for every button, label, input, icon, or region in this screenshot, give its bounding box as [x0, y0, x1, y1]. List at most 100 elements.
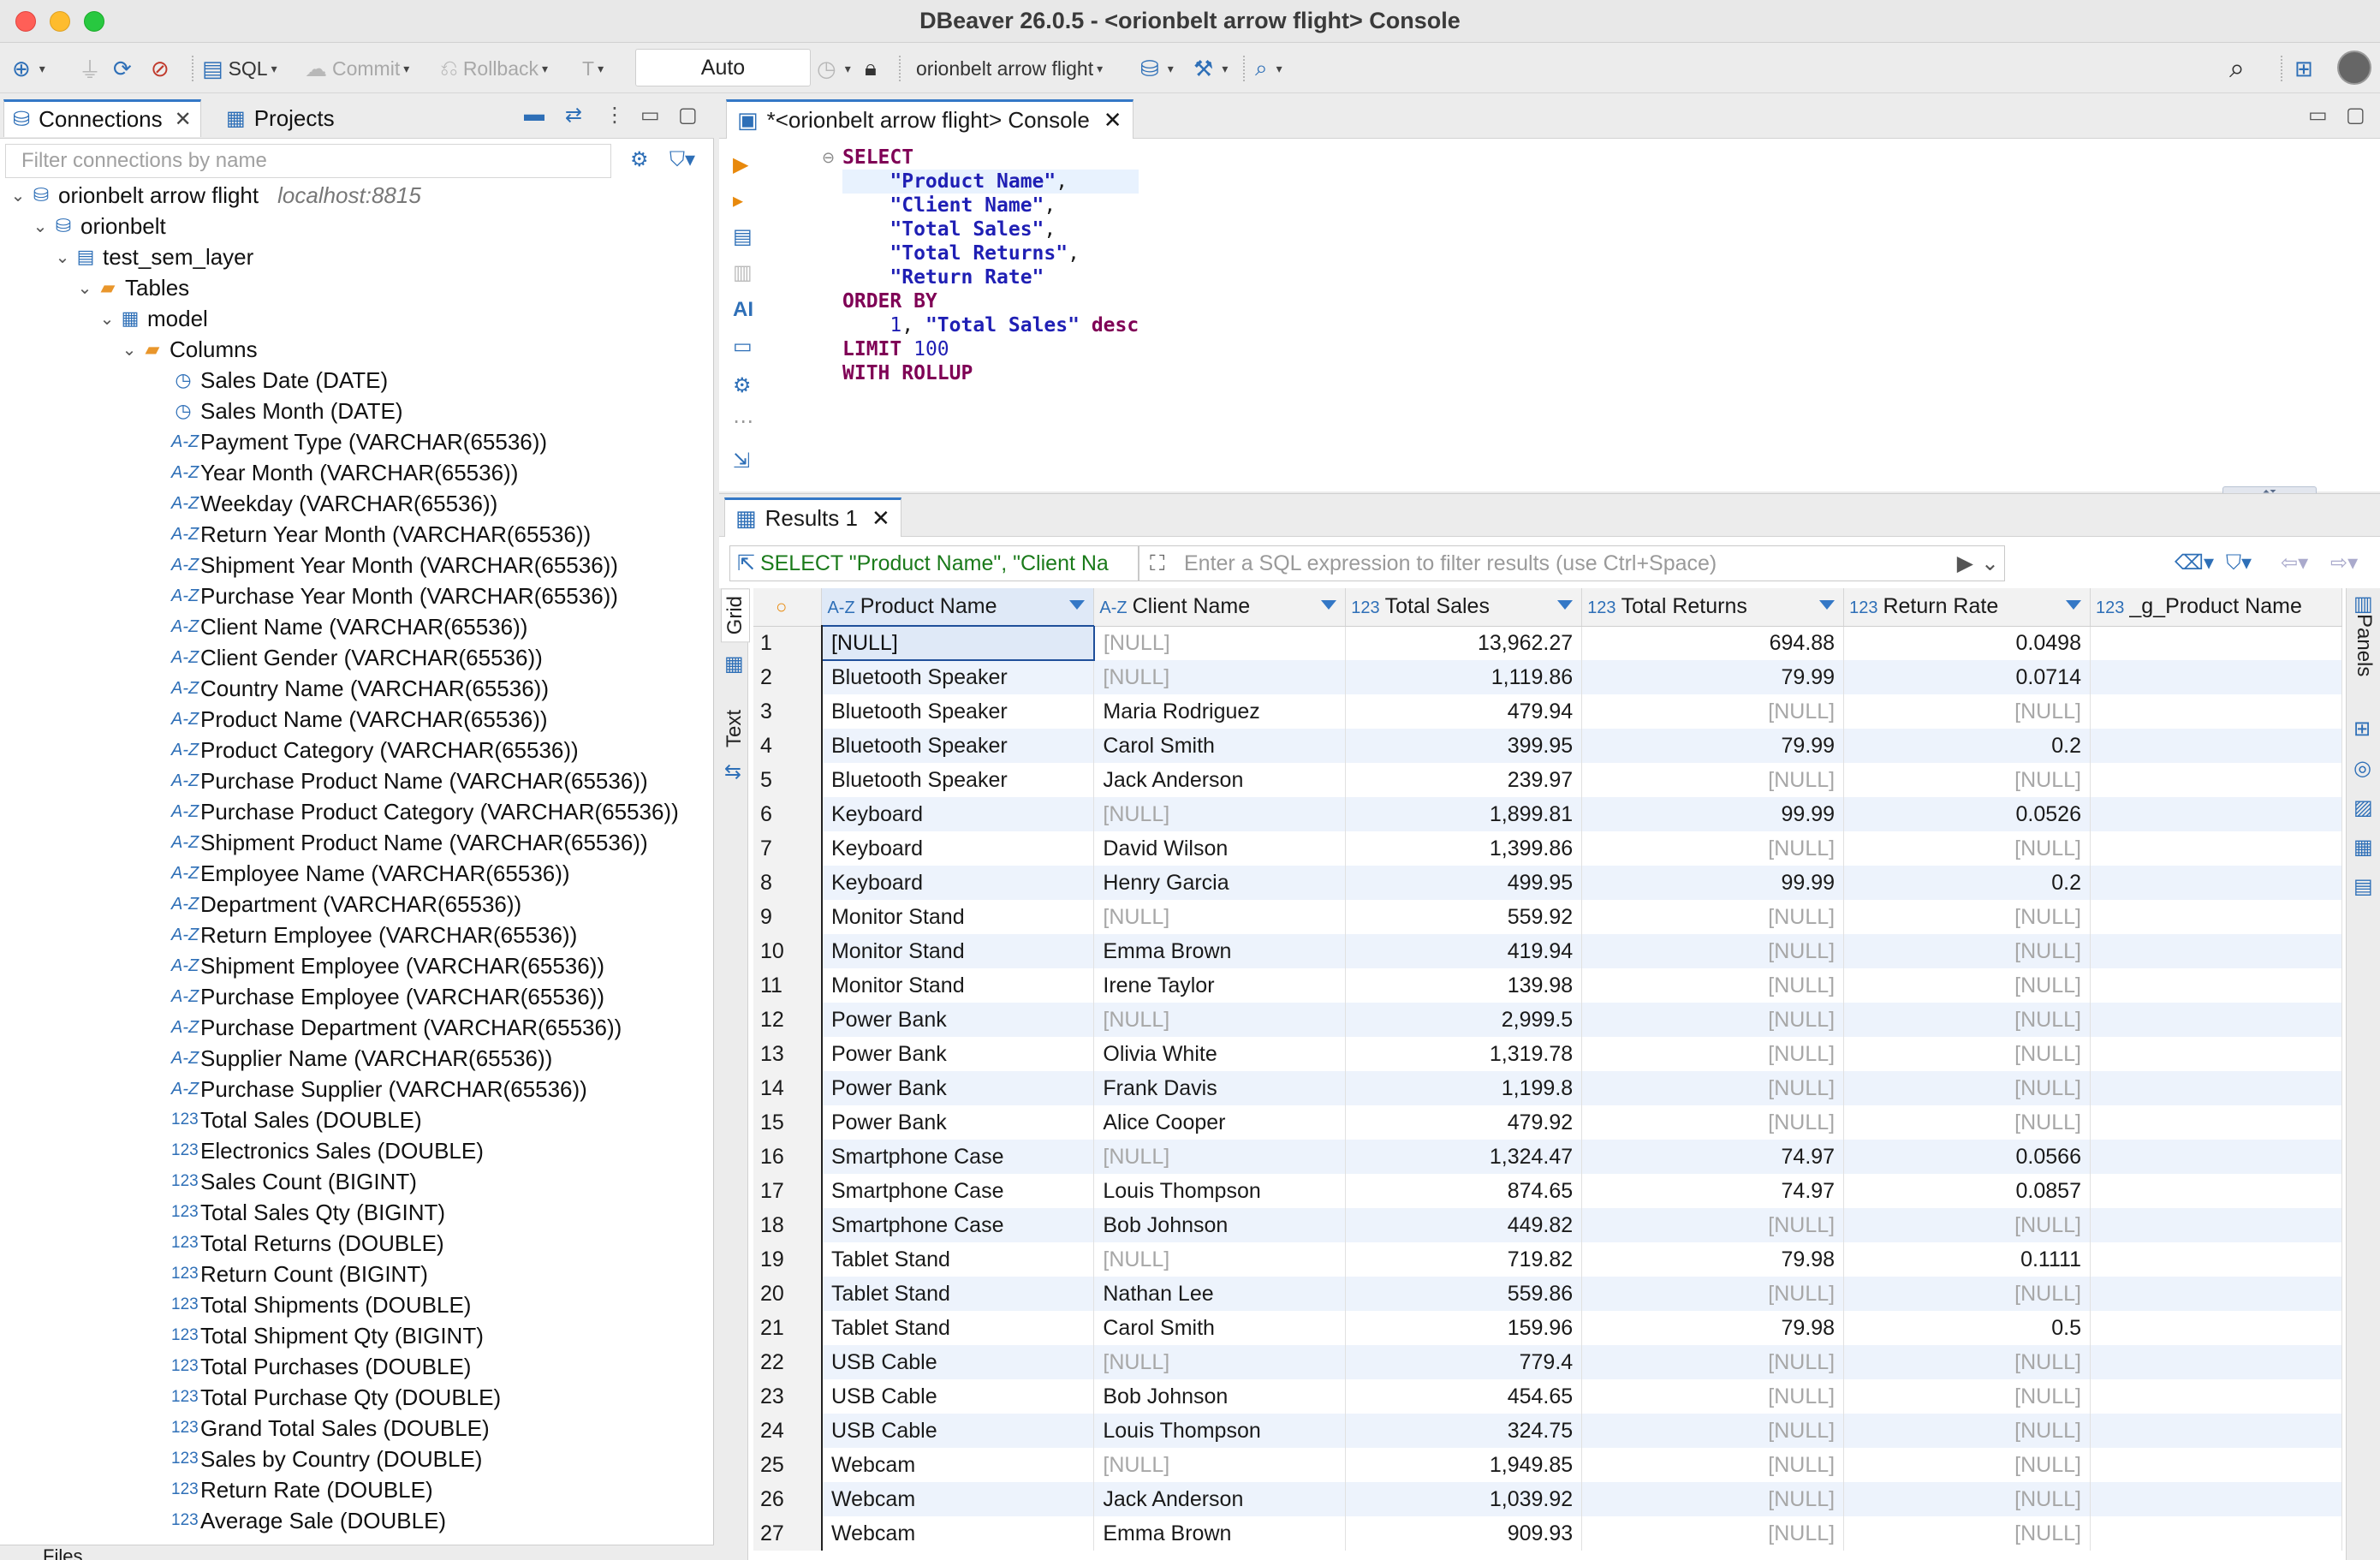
sort-filter-icon[interactable]	[2065, 600, 2081, 610]
table-cell[interactable]: 909.93	[1345, 1516, 1583, 1551]
table-cell[interactable]	[2090, 1414, 2342, 1448]
table-cell[interactable]: Smartphone Case	[821, 1140, 1095, 1174]
disconnect-all-button[interactable]: ⊘	[151, 52, 175, 85]
tab-console[interactable]: ▣ *<orionbelt arrow flight> Console ✕	[726, 99, 1133, 139]
table-cell[interactable]: 419.94	[1345, 934, 1583, 968]
table-cell[interactable]: Henry Garcia	[1093, 866, 1347, 900]
table-cell[interactable]: [NULL]	[1581, 1208, 1845, 1242]
value-viewer-icon[interactable]: ⊞	[2353, 717, 2371, 741]
active-schema-selector[interactable]: ⛁ ▾	[1140, 52, 1174, 85]
filter-history-icon[interactable]: ⌄	[1981, 546, 1999, 581]
load-plan-icon[interactable]: ▥	[733, 260, 753, 285]
table-cell[interactable]: 239.97	[1345, 763, 1583, 797]
table-cell[interactable]: Emma Brown	[1093, 1516, 1347, 1551]
table-cell[interactable]: [NULL]	[1093, 900, 1347, 934]
tree-node-column[interactable]: A-Z Department (VARCHAR(65536))	[171, 889, 521, 920]
table-cell[interactable]: Power Bank	[821, 1105, 1095, 1140]
table-cell[interactable]	[2090, 1345, 2342, 1379]
table-cell[interactable]: David Wilson	[1093, 831, 1347, 866]
table-cell[interactable]: 559.92	[1345, 900, 1583, 934]
global-search-button[interactable]: ⌕	[2229, 52, 2250, 85]
table-row[interactable]: 22 USB Cable [NULL] 779.4 [NULL] [NULL]	[753, 1345, 2342, 1379]
table-cell[interactable]: Carol Smith	[1093, 729, 1347, 763]
table-row[interactable]: 3 Bluetooth Speaker Maria Rodriguez 479.94[…	[753, 694, 2342, 729]
active-connection-selector[interactable]: orionbelt arrow flight ▾	[916, 52, 1103, 85]
table-cell[interactable]: Irene Taylor	[1093, 968, 1347, 1003]
filter-settings-icon[interactable]: ⛉▾	[2226, 551, 2252, 575]
table-cell[interactable]: 779.4	[1345, 1345, 1583, 1379]
tab-results-1[interactable]: ▦ Results 1 ✕	[724, 497, 901, 537]
table-cell[interactable]: Keyboard	[821, 831, 1095, 866]
execute-statement-icon[interactable]: ▶	[733, 152, 748, 177]
chevron-down-icon[interactable]: ⌄	[96, 308, 118, 330]
tree-node-column[interactable]: A-Z Shipment Employee (VARCHAR(65536))	[171, 950, 604, 981]
table-cell[interactable]	[2090, 968, 2342, 1003]
sort-filter-icon[interactable]	[1819, 600, 1836, 610]
reconnect-button[interactable]: ⟳	[113, 52, 137, 85]
table-cell[interactable]: [NULL]	[1581, 934, 1845, 968]
apply-filter-icon[interactable]: ▶	[1957, 546, 1973, 581]
tree-node-column[interactable]: A-Z Client Name (VARCHAR(65536))	[171, 611, 527, 642]
query-text[interactable]: ⇱ SELECT "Product Name", "Client Na	[729, 545, 1139, 581]
table-cell[interactable]	[2090, 660, 2342, 694]
tree-node-column[interactable]: 123 Total Shipments (DOUBLE)	[171, 1289, 471, 1320]
tree-node-schema[interactable]: ⌄ ▤ test_sem_layer	[51, 241, 254, 272]
table-cell[interactable]: Keyboard	[821, 866, 1095, 900]
table-cell[interactable]: Bluetooth Speaker	[821, 660, 1095, 694]
filter-icon[interactable]: ⛉▾	[669, 147, 695, 172]
table-row[interactable]: 14 Power Bank Frank Davis 1,199.8 [NULL] [NUL…	[753, 1071, 2342, 1105]
table-cell[interactable]	[2090, 1516, 2342, 1551]
table-cell[interactable]: Power Bank	[821, 1071, 1095, 1105]
table-row[interactable]: 1 [NULL] [NULL] 13,962.27 694.88 0.0498	[753, 625, 2342, 661]
tree-node-column[interactable]: A-Z Purchase Product Name (VARCHAR(65536)…	[171, 765, 648, 796]
tree-node-column[interactable]: A-Z Product Name (VARCHAR(65536))	[171, 704, 548, 735]
table-cell[interactable]: Monitor Stand	[821, 968, 1095, 1003]
settings-icon[interactable]: ⚙	[733, 373, 752, 398]
transaction-mode-button[interactable]: T ▾	[582, 52, 604, 85]
sql-code[interactable]: SELECT "Product Name", "Client Name", "T…	[842, 146, 1139, 385]
more-icon[interactable]: ⋯	[733, 409, 753, 434]
table-cell[interactable]: USB Cable	[821, 1345, 1095, 1379]
tab-text-view[interactable]: Text	[721, 703, 748, 754]
chevron-down-icon[interactable]: ⌄	[51, 247, 74, 268]
tree-node-column[interactable]: 123 Average Sale (DOUBLE)	[171, 1505, 446, 1536]
column-header[interactable]: A-Z Product Name	[821, 588, 1095, 627]
table-cell[interactable]: Bob Johnson	[1093, 1379, 1347, 1414]
column-header[interactable]: A-Z Client Name	[1093, 588, 1347, 627]
table-row[interactable]: 12 Power Bank [NULL] 2,999.5 [NULL] [NULL]	[753, 1003, 2342, 1037]
tree-node-column[interactable]: 123 Grand Total Sales (DOUBLE)	[171, 1413, 490, 1444]
table-cell[interactable]: [NULL]	[1093, 1242, 1347, 1277]
table-cell[interactable]	[2090, 1003, 2342, 1037]
tree-node-column[interactable]: A-Z Purchase Product Category (VARCHAR(65…	[171, 796, 679, 827]
table-cell[interactable]: Maria Rodriguez	[1093, 694, 1347, 729]
tree-node-column[interactable]: A-Z Country Name (VARCHAR(65536))	[171, 673, 549, 704]
table-row[interactable]: 24 USB Cable Louis Thompson 324.75 [NULL] [NU…	[753, 1414, 2342, 1448]
table-cell[interactable]: [NULL]	[1581, 763, 1845, 797]
table-cell[interactable]: USB Cable	[821, 1414, 1095, 1448]
tree-node-column[interactable]: 123 Total Sales Qty (BIGINT)	[171, 1197, 445, 1228]
table-cell[interactable]: Bluetooth Speaker	[821, 763, 1095, 797]
explain-plan-icon[interactable]: ▤	[733, 224, 753, 249]
tree-node-column[interactable]: 123 Total Purchases (DOUBLE)	[171, 1351, 471, 1382]
table-cell[interactable]: Jack Anderson	[1093, 1482, 1347, 1516]
table-row[interactable]: 20 Tablet Stand Nathan Lee 559.86 [NULL] [NUL…	[753, 1277, 2342, 1311]
table-cell[interactable]	[2090, 1311, 2342, 1345]
table-cell[interactable]	[2090, 1071, 2342, 1105]
table-cell[interactable]: [NULL]	[1581, 900, 1845, 934]
tree-node-column[interactable]: A-Z Weekday (VARCHAR(65536))	[171, 488, 497, 519]
auto-commit-mode[interactable]: Auto	[635, 49, 811, 86]
table-cell[interactable]: [NULL]	[1843, 1345, 2091, 1379]
table-cell[interactable]: Bob Johnson	[1093, 1208, 1347, 1242]
forward-icon[interactable]: ⇨▾	[2330, 551, 2358, 575]
table-cell[interactable]: [NULL]	[1581, 1277, 1845, 1311]
table-row[interactable]: 18 Smartphone Case Bob Johnson 449.82 [NULL]…	[753, 1208, 2342, 1242]
tree-node-column[interactable]: 123 Total Shipment Qty (BIGINT)	[171, 1320, 484, 1351]
grouping-icon[interactable]: ▦	[2353, 835, 2373, 860]
table-cell[interactable]: [NULL]	[1843, 1379, 2091, 1414]
table-cell[interactable]: 0.0498	[1843, 626, 2091, 660]
table-cell[interactable]: 454.65	[1345, 1379, 1583, 1414]
table-cell[interactable]: Monitor Stand	[821, 934, 1095, 968]
table-row[interactable]: 8 Keyboard Henry Garcia 499.95 99.99 0.2	[753, 866, 2342, 900]
table-row[interactable]: 19 Tablet Stand [NULL] 719.82 79.98 0.1111	[753, 1242, 2342, 1277]
tree-node-column[interactable]: A-Z Purchase Year Month (VARCHAR(65536))	[171, 581, 618, 611]
